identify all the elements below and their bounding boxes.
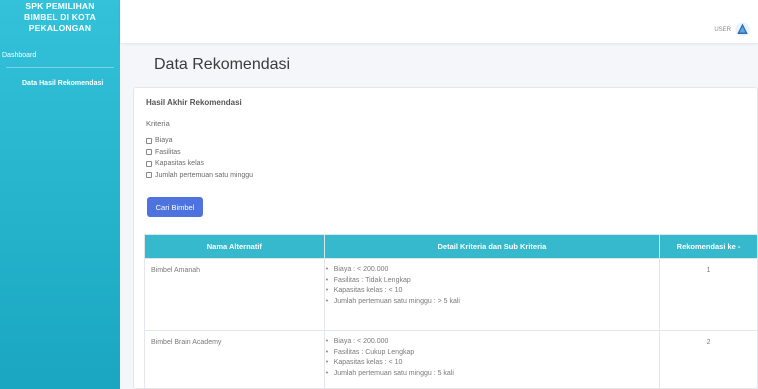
user-label: USER bbox=[714, 26, 731, 33]
user-menu[interactable]: USER bbox=[714, 22, 750, 37]
table-row: Bimbel Amanah Biaya : < 200.000 Fasilita… bbox=[144, 258, 758, 331]
sidebar: SPK PEMILIHAN BIMBEL DI KOTA PEKALONGAN … bbox=[0, 0, 120, 389]
card-title: Hasil Akhir Rekomendasi bbox=[146, 98, 242, 107]
sidebar-item-label: Data Hasil Rekomendasi bbox=[22, 80, 104, 87]
criteria-detail: Biaya : < 200.000 Fasilitas : Tidak Leng… bbox=[323, 258, 661, 331]
criteria-item: Jumlah pertemuan satu minggu : 5 kali bbox=[326, 369, 655, 380]
checkbox-label: Jumlah pertemuan satu minggu bbox=[155, 171, 254, 179]
checkbox-biaya[interactable]: Biaya bbox=[146, 135, 253, 147]
recommendation-card: Hasil Akhir Rekomendasi Kriteria Biaya F… bbox=[133, 87, 758, 389]
column-header-nama-alternatif: Nama Alternatif bbox=[144, 234, 325, 259]
checkbox-box[interactable] bbox=[146, 172, 152, 179]
kriteria-label: Kriteria bbox=[146, 119, 170, 128]
recommendation-rank: 2 bbox=[659, 330, 758, 389]
column-header-rekomendasi: Rekomendasi ke - bbox=[659, 234, 758, 259]
criteria-detail: Biaya : < 200.000 Fasilitas : Cukup Leng… bbox=[323, 330, 661, 389]
criteria-list: Biaya : < 200.000 Fasilitas : Cukup Leng… bbox=[326, 337, 655, 380]
sidebar-item-label: Dashboard bbox=[2, 52, 37, 59]
checkbox-label: Fasilitas bbox=[155, 148, 181, 156]
topbar: USER bbox=[120, 0, 758, 43]
criteria-item: Fasilitas : Tidak Lengkap bbox=[326, 276, 655, 287]
brand-logo-text[interactable]: SPK PEMILIHAN BIMBEL DI KOTA PEKALONGAN bbox=[0, 0, 120, 46]
column-header-detail-kriteria: Detail Kriteria dan Sub Kriteria bbox=[323, 234, 661, 259]
brand-line-2: BIMBEL DI KOTA bbox=[24, 12, 96, 22]
sidebar-item-dashboard[interactable]: Dashboard bbox=[0, 46, 120, 67]
criteria-item: Biaya : < 200.000 bbox=[326, 265, 655, 276]
recommendation-rank: 1 bbox=[659, 258, 758, 331]
alternative-name: Bimbel Brain Academy bbox=[144, 330, 325, 389]
brand-line-3: PEKALONGAN bbox=[28, 23, 92, 33]
criteria-item: Jumlah pertemuan satu minggu : > 5 kali bbox=[326, 297, 655, 308]
criteria-item: Kapasitas kelas : < 10 bbox=[326, 358, 655, 369]
kriteria-checkbox-group: Biaya Fasilitas Kapasitas kelas Jumlah p… bbox=[146, 135, 253, 181]
checkbox-box[interactable] bbox=[146, 160, 152, 167]
table-header-row: Nama Alternatif Detail Kriteria dan Sub … bbox=[144, 234, 758, 259]
checkbox-jumlah-pertemuan[interactable]: Jumlah pertemuan satu minggu bbox=[146, 170, 253, 182]
criteria-item: Kapasitas kelas : < 10 bbox=[326, 286, 655, 297]
checkbox-kapasitas-kelas[interactable]: Kapasitas kelas bbox=[146, 158, 253, 170]
criteria-item: Biaya : < 200.000 bbox=[326, 337, 655, 348]
criteria-list: Biaya : < 200.000 Fasilitas : Tidak Leng… bbox=[326, 265, 655, 308]
table-row: Bimbel Brain Academy Biaya : < 200.000 F… bbox=[144, 330, 758, 389]
results-table: Nama Alternatif Detail Kriteria dan Sub … bbox=[144, 234, 758, 389]
page-title: Data Rekomendasi bbox=[154, 56, 291, 73]
brand-line-1: SPK PEMILIHAN bbox=[25, 1, 95, 11]
criteria-item: Fasilitas : Cukup Lengkap bbox=[326, 348, 655, 359]
user-avatar-icon bbox=[735, 22, 750, 37]
cari-bimbel-button[interactable]: Cari Bimbel bbox=[147, 197, 203, 217]
checkbox-box[interactable] bbox=[146, 149, 152, 156]
checkbox-fasilitas[interactable]: Fasilitas bbox=[146, 147, 253, 159]
checkbox-label: Kapasitas kelas bbox=[155, 160, 205, 168]
sidebar-item-data-hasil-rekomendasi[interactable]: Data Hasil Rekomendasi bbox=[0, 68, 120, 95]
checkbox-box[interactable] bbox=[146, 137, 152, 144]
alternative-name: Bimbel Amanah bbox=[144, 258, 325, 331]
checkbox-label: Biaya bbox=[155, 137, 173, 145]
